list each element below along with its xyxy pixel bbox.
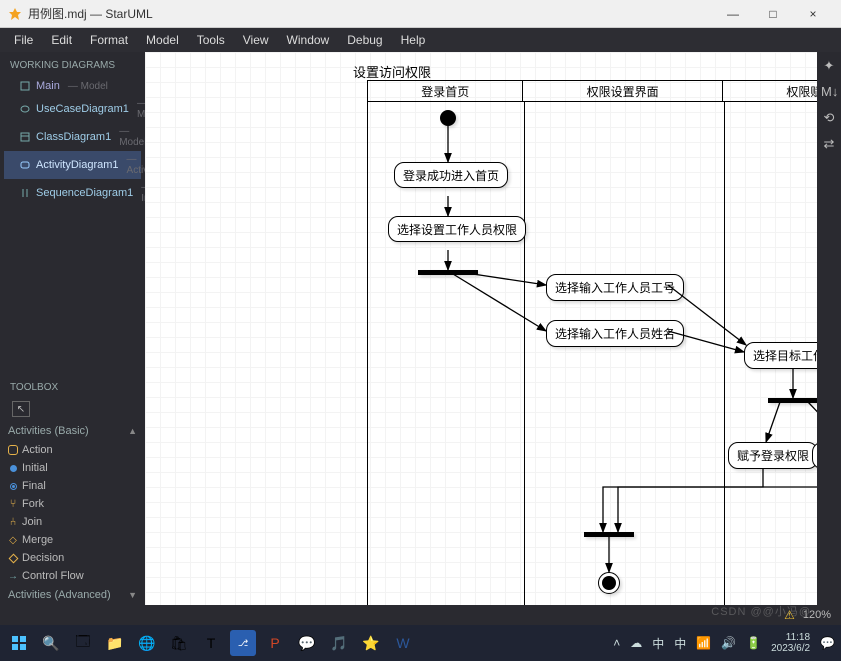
extension-icon[interactable]: ✦ [821, 58, 837, 74]
menu-format[interactable]: Format [82, 30, 136, 50]
wifi-icon[interactable]: 📶 [696, 636, 711, 650]
menu-file[interactable]: File [6, 30, 41, 50]
fork-bar-2[interactable] [768, 398, 817, 403]
minimize-button[interactable]: — [713, 2, 753, 26]
word-icon[interactable]: W [390, 630, 416, 656]
volume-icon[interactable]: 🔊 [721, 636, 736, 650]
swimlane-frame[interactable]: 登录首页 权限设置界面 权限赋予窗口 登录成功进入首页 选择设置工作人员权限 选… [367, 80, 817, 623]
final-node[interactable] [598, 572, 620, 594]
toolbox-title: TOOLBOX [0, 374, 145, 397]
tree-item-sequence[interactable]: SequenceDiagram1 — Interac [4, 179, 141, 207]
menu-window[interactable]: Window [279, 30, 338, 50]
diagram-icon [20, 160, 30, 170]
tool-control-flow[interactable]: →Control Flow [0, 567, 145, 585]
titlebar: 用例图.mdj — StarUML — □ × [0, 0, 841, 28]
chevron-down-icon: ▼ [128, 590, 137, 600]
right-toolbar: ✦ M↓ ⟲ ⇄ [817, 52, 841, 625]
tool-fork[interactable]: ⑂Fork [0, 495, 145, 513]
working-diagrams-title: WORKING DIAGRAMS [0, 52, 145, 77]
toolbox-cat-advanced[interactable]: Activities (Advanced) ▼ [0, 585, 145, 605]
action-login-success[interactable]: 登录成功进入首页 [394, 162, 508, 188]
action-select-target-staff[interactable]: 选择目标工作人员 [744, 342, 817, 369]
watermark: CSDN @@小冯@ [711, 603, 811, 619]
menu-debug[interactable]: Debug [339, 30, 390, 50]
menu-help[interactable]: Help [393, 30, 434, 50]
initial-node[interactable] [440, 110, 456, 126]
lane-header-1[interactable]: 权限设置界面 [523, 81, 722, 101]
tool-final[interactable]: Final [0, 477, 145, 495]
action-input-staff-name[interactable]: 选择输入工作人员姓名 [546, 320, 684, 347]
tool-merge[interactable]: ◇Merge [0, 531, 145, 549]
tool-join[interactable]: ⑃Join [0, 513, 145, 531]
tray-chevron-icon[interactable]: ˄ [613, 636, 620, 650]
store-icon[interactable]: 🛍 [166, 630, 192, 656]
tree-item-usecase[interactable]: UseCaseDiagram1 — Model1 [4, 95, 141, 123]
diagram-icon [20, 132, 30, 142]
markdown-icon[interactable]: M↓ [821, 84, 837, 100]
diagram-canvas[interactable]: 设置访问权限 登录首页 权限设置界面 权限赋予窗口 登录成功进入首页 选择设置工… [145, 52, 817, 625]
menubar: File Edit Format Model Tools View Window… [0, 28, 841, 52]
action-select-set-staff-perm[interactable]: 选择设置工作人员权限 [388, 216, 526, 242]
lane-header-2[interactable]: 权限赋予窗口 [723, 81, 817, 101]
toolbox-cat-basic[interactable]: Activities (Basic) ▲ [0, 421, 145, 441]
lane-header-0[interactable]: 登录首页 [368, 81, 523, 101]
notification-icon[interactable]: 💬 [820, 636, 835, 650]
join-bar-3[interactable] [584, 532, 634, 537]
app-icon-1[interactable]: ⎇ [230, 630, 256, 656]
lang-indicator[interactable]: 中 [674, 635, 686, 652]
explorer-icon[interactable]: 📁 [102, 630, 128, 656]
window-title: 用例图.mdj — StarUML [28, 5, 713, 22]
menu-tools[interactable]: Tools [189, 30, 233, 50]
ime-indicator[interactable]: 中 [652, 635, 664, 652]
menu-edit[interactable]: Edit [43, 30, 80, 50]
tree-item-activity[interactable]: ActivityDiagram1 — Activity1 [4, 151, 141, 179]
menu-view[interactable]: View [235, 30, 277, 50]
taskbar-clock[interactable]: 11:18 2023/6/2 [771, 632, 810, 654]
tree-item-main[interactable]: Main — Model [4, 77, 141, 95]
share-icon[interactable]: ⟲ [821, 110, 837, 126]
menu-model[interactable]: Model [138, 30, 187, 50]
selection-tool[interactable]: ↖ [12, 401, 30, 417]
sidebar: WORKING DIAGRAMS Main — Model UseCaseDia… [0, 52, 145, 625]
chevron-up-icon: ▲ [128, 426, 137, 436]
toolbox-basic-list: Action Initial Final ⑂Fork ⑃Join ◇Merge … [0, 441, 145, 585]
search-icon[interactable]: 🔍 [38, 630, 64, 656]
battery-icon[interactable]: 🔋 [746, 636, 761, 650]
app-icon [8, 7, 22, 21]
tray-onedrive-icon[interactable]: ☁ [630, 636, 642, 650]
diagram-icon [20, 188, 30, 198]
os-taskbar: 🔍 🗔 📁 🌐 🛍 T ⎇ P 💬 🎵 ⭐ W ˄ ☁ 中 中 📶 🔊 🔋 11… [0, 625, 841, 661]
action-input-staff-id[interactable]: 选择输入工作人员工号 [546, 274, 684, 301]
diagram-icon [20, 104, 30, 114]
edge-icon[interactable]: 🌐 [134, 630, 160, 656]
tool-action[interactable]: Action [0, 441, 145, 459]
start-button[interactable] [6, 630, 32, 656]
wechat-icon[interactable]: 💬 [294, 630, 320, 656]
close-button[interactable]: × [793, 2, 833, 26]
task-view-icon[interactable]: 🗔 [70, 630, 96, 656]
terminal-icon[interactable]: T [198, 630, 224, 656]
staruml-icon[interactable]: ⭐ [358, 630, 384, 656]
tree-item-class[interactable]: ClassDiagram1 — Model2 [4, 123, 141, 151]
tool-decision[interactable]: Decision [0, 549, 145, 567]
maximize-button[interactable]: □ [753, 2, 793, 26]
tool-initial[interactable]: Initial [0, 459, 145, 477]
action-grant-login-perm[interactable]: 赋予登录权限 [728, 442, 817, 469]
fork-bar-1[interactable] [418, 270, 478, 275]
diagram-title: 设置访问权限 [353, 62, 431, 81]
working-diagrams-tree: Main — Model UseCaseDiagram1 — Model1 Cl… [0, 77, 145, 207]
link-icon[interactable]: ⇄ [821, 136, 837, 152]
powerpoint-icon[interactable]: P [262, 630, 288, 656]
diagram-icon [20, 81, 30, 91]
app-icon-2[interactable]: 🎵 [326, 630, 352, 656]
